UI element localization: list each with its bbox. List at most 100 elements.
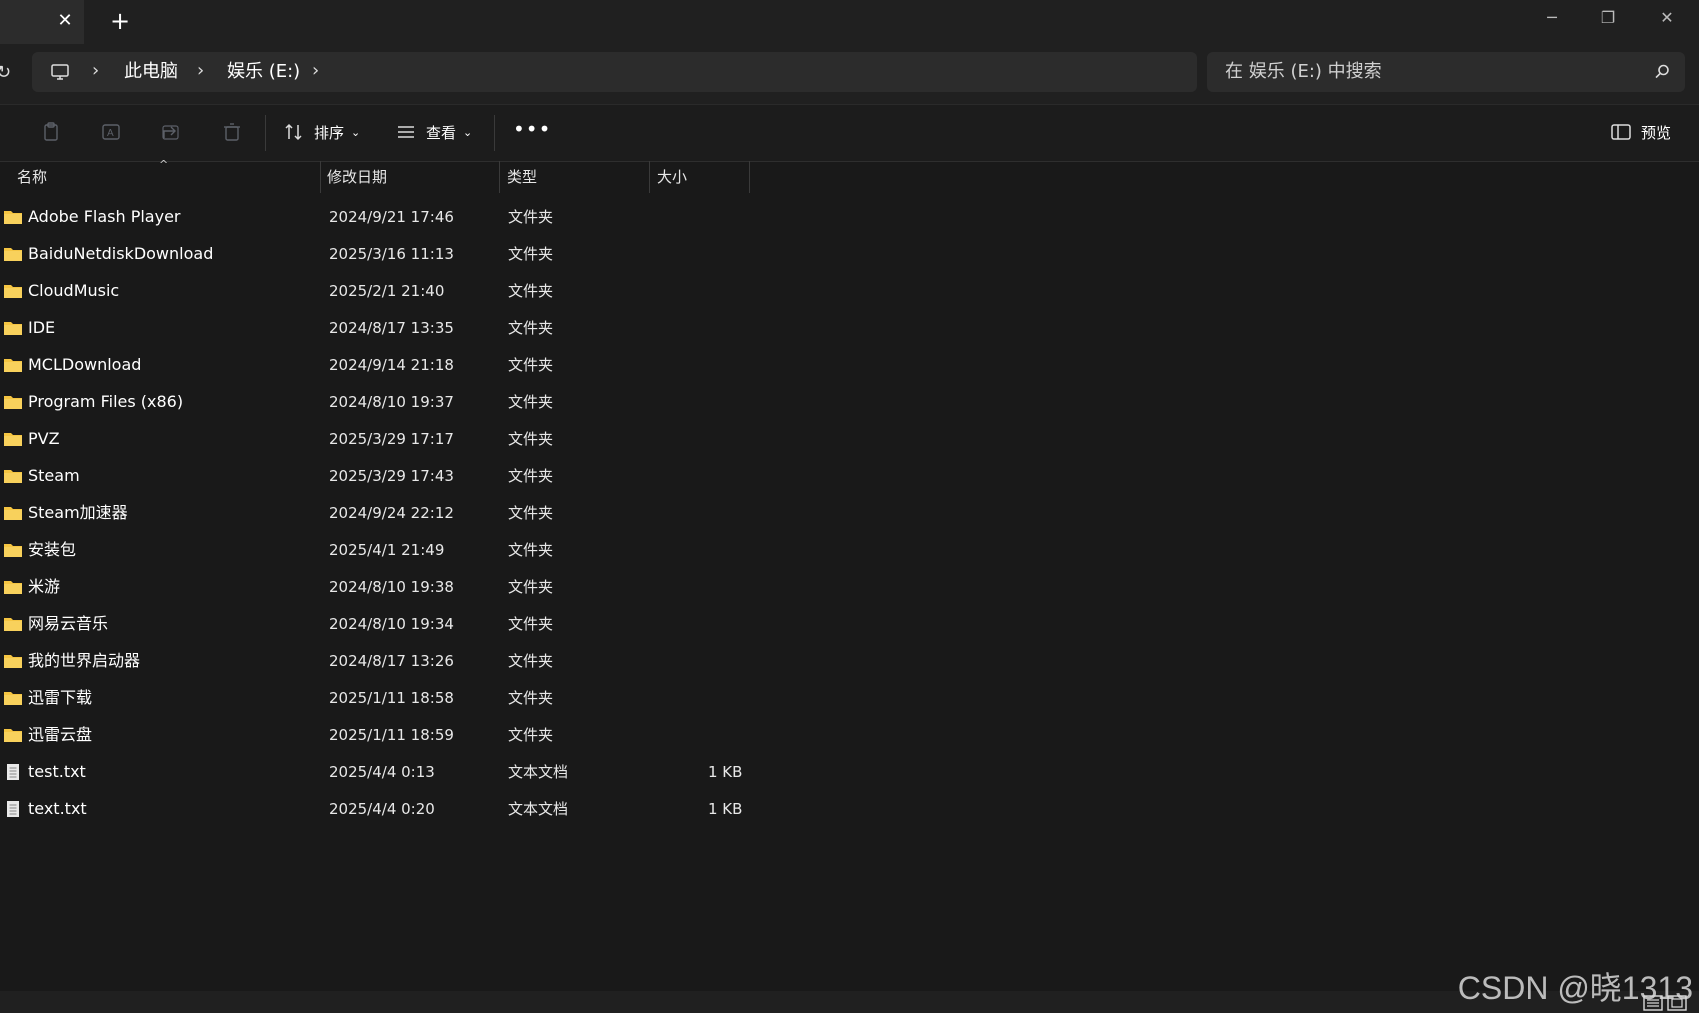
refresh-icon[interactable]: ↻ [0, 62, 11, 83]
file-row[interactable]: 我的世界启动器 2024/8/17 13:26 文件夹 [0, 643, 760, 680]
folder-icon [3, 541, 23, 559]
navigation-row: ↻ › 此电脑 › 娱乐 (E:) › 在 娱乐 (E:) 中搜索 [0, 44, 1699, 104]
share-icon[interactable] [160, 121, 182, 143]
folder-icon [3, 356, 23, 374]
folder-icon [3, 208, 23, 226]
file-row[interactable]: Adobe Flash Player 2024/9/21 17:46 文件夹 [0, 199, 760, 236]
close-tab-icon[interactable]: ✕ [55, 11, 75, 31]
chevron-down-icon[interactable]: ⌄ [463, 123, 472, 143]
file-name[interactable]: IDE [28, 318, 55, 338]
file-name[interactable]: 米游 [28, 577, 60, 597]
file-row[interactable]: 安装包 2025/4/1 21:49 文件夹 [0, 532, 760, 569]
view-button[interactable]: 查看 [426, 123, 456, 143]
file-row[interactable]: 网易云音乐 2024/8/10 19:34 文件夹 [0, 606, 760, 643]
file-name[interactable]: 安装包 [28, 540, 76, 560]
file-name[interactable]: Program Files (x86) [28, 392, 183, 412]
svg-text:A: A [107, 128, 114, 139]
folder-icon [3, 652, 23, 670]
column-divider[interactable] [320, 161, 321, 193]
file-name[interactable]: BaiduNetdiskDownload [28, 244, 213, 264]
file-row[interactable]: BaiduNetdiskDownload 2025/3/16 11:13 文件夹 [0, 236, 760, 273]
file-row[interactable]: 迅雷云盘 2025/1/11 18:59 文件夹 [0, 717, 760, 754]
file-row[interactable]: PVZ 2025/3/29 17:17 文件夹 [0, 421, 760, 458]
column-header-modified[interactable]: 修改日期 [327, 161, 387, 193]
preview-button[interactable]: 预览 [1641, 123, 1671, 143]
breadcrumb-this-pc[interactable]: 此电脑 [124, 61, 178, 83]
search-icon[interactable] [1653, 63, 1671, 81]
file-name[interactable]: PVZ [28, 429, 60, 449]
command-bar: A 排序 ⌄ 查看 ⌄ ••• 预览 [0, 104, 1699, 162]
file-type: 文件夹 [508, 541, 554, 559]
folder-icon [3, 245, 23, 263]
delete-icon[interactable] [221, 121, 243, 143]
paste-icon[interactable] [40, 121, 62, 143]
file-modified: 2024/8/10 19:34 [329, 615, 454, 633]
column-header-type[interactable]: 类型 [507, 161, 537, 193]
restore-button[interactable]: ❐ [1593, 6, 1623, 30]
file-row[interactable]: Steam 2025/3/29 17:43 文件夹 [0, 458, 760, 495]
toolbar-divider [265, 115, 266, 151]
file-name[interactable]: CloudMusic [28, 281, 119, 301]
file-type: 文件夹 [508, 208, 554, 226]
search-box[interactable]: 在 娱乐 (E:) 中搜索 [1207, 52, 1685, 92]
folder-icon [3, 726, 23, 744]
more-options-button[interactable]: ••• [513, 117, 550, 141]
folder-icon [3, 615, 23, 633]
rename-icon[interactable]: A [100, 121, 122, 143]
file-type: 文件夹 [508, 245, 554, 263]
column-header-name[interactable]: 名称 [17, 161, 47, 193]
breadcrumb-drive-e[interactable]: 娱乐 (E:) [227, 61, 300, 83]
chevron-down-icon[interactable]: ⌄ [351, 123, 360, 143]
file-row[interactable]: Steam加速器 2024/9/24 22:12 文件夹 [0, 495, 760, 532]
view-list-icon[interactable] [395, 121, 417, 143]
file-modified: 2025/3/16 11:13 [329, 245, 454, 263]
file-name[interactable]: Steam [28, 466, 80, 486]
file-type: 文件夹 [508, 430, 554, 448]
file-row[interactable]: test.txt 2025/4/4 0:13 文本文档 1 KB [0, 754, 760, 791]
folder-icon [3, 578, 23, 596]
file-type: 文件夹 [508, 615, 554, 633]
file-name[interactable]: MCLDownload [28, 355, 141, 375]
file-row[interactable]: text.txt 2025/4/4 0:20 文本文档 1 KB [0, 791, 760, 828]
column-divider[interactable] [499, 161, 500, 193]
preview-pane-icon[interactable] [1610, 121, 1632, 143]
file-name[interactable]: Steam加速器 [28, 503, 128, 523]
chevron-right-icon[interactable]: › [312, 60, 319, 82]
new-tab-button[interactable]: + [109, 9, 131, 33]
sort-icon[interactable] [283, 121, 305, 143]
file-name[interactable]: Adobe Flash Player [28, 207, 181, 227]
sort-button[interactable]: 排序 [314, 123, 344, 143]
file-modified: 2024/8/17 13:35 [329, 319, 454, 337]
chevron-right-icon[interactable]: › [197, 60, 204, 82]
text-file-icon [3, 800, 23, 818]
file-row[interactable]: IDE 2024/8/17 13:35 文件夹 [0, 310, 760, 347]
file-name[interactable]: 网易云音乐 [28, 614, 108, 634]
minimize-button[interactable]: ─ [1537, 6, 1567, 30]
file-row[interactable]: 迅雷下载 2025/1/11 18:58 文件夹 [0, 680, 760, 717]
status-bar [0, 991, 1699, 1013]
file-name[interactable]: 迅雷下载 [28, 688, 92, 708]
file-row[interactable]: Program Files (x86) 2024/8/10 19:37 文件夹 [0, 384, 760, 421]
column-divider[interactable] [649, 161, 650, 193]
file-name[interactable]: 迅雷云盘 [28, 725, 92, 745]
file-name[interactable]: text.txt [28, 799, 87, 819]
tab-active[interactable]: ✕ [0, 0, 84, 44]
file-row[interactable]: CloudMusic 2025/2/1 21:40 文件夹 [0, 273, 760, 310]
sort-ascending-icon: ^ [159, 158, 169, 171]
file-name[interactable]: test.txt [28, 762, 86, 782]
address-bar[interactable]: › 此电脑 › 娱乐 (E:) › [32, 52, 1197, 92]
search-input[interactable]: 在 娱乐 (E:) 中搜索 [1225, 61, 1382, 83]
file-row[interactable]: MCLDownload 2024/9/14 21:18 文件夹 [0, 347, 760, 384]
file-type: 文件夹 [508, 689, 554, 707]
file-modified: 2025/4/1 21:49 [329, 541, 445, 559]
file-type: 文件夹 [508, 356, 554, 374]
file-name[interactable]: 我的世界启动器 [28, 651, 140, 671]
close-window-button[interactable]: ✕ [1652, 6, 1682, 30]
column-divider[interactable] [749, 161, 750, 193]
file-row[interactable]: 米游 2024/8/10 19:38 文件夹 [0, 569, 760, 606]
column-header-size[interactable]: 大小 [657, 161, 687, 193]
file-type: 文件夹 [508, 652, 554, 670]
folder-icon [3, 430, 23, 448]
title-bar: ✕ + ─ ❐ ✕ [0, 0, 1699, 44]
chevron-right-icon[interactable]: › [92, 60, 99, 82]
